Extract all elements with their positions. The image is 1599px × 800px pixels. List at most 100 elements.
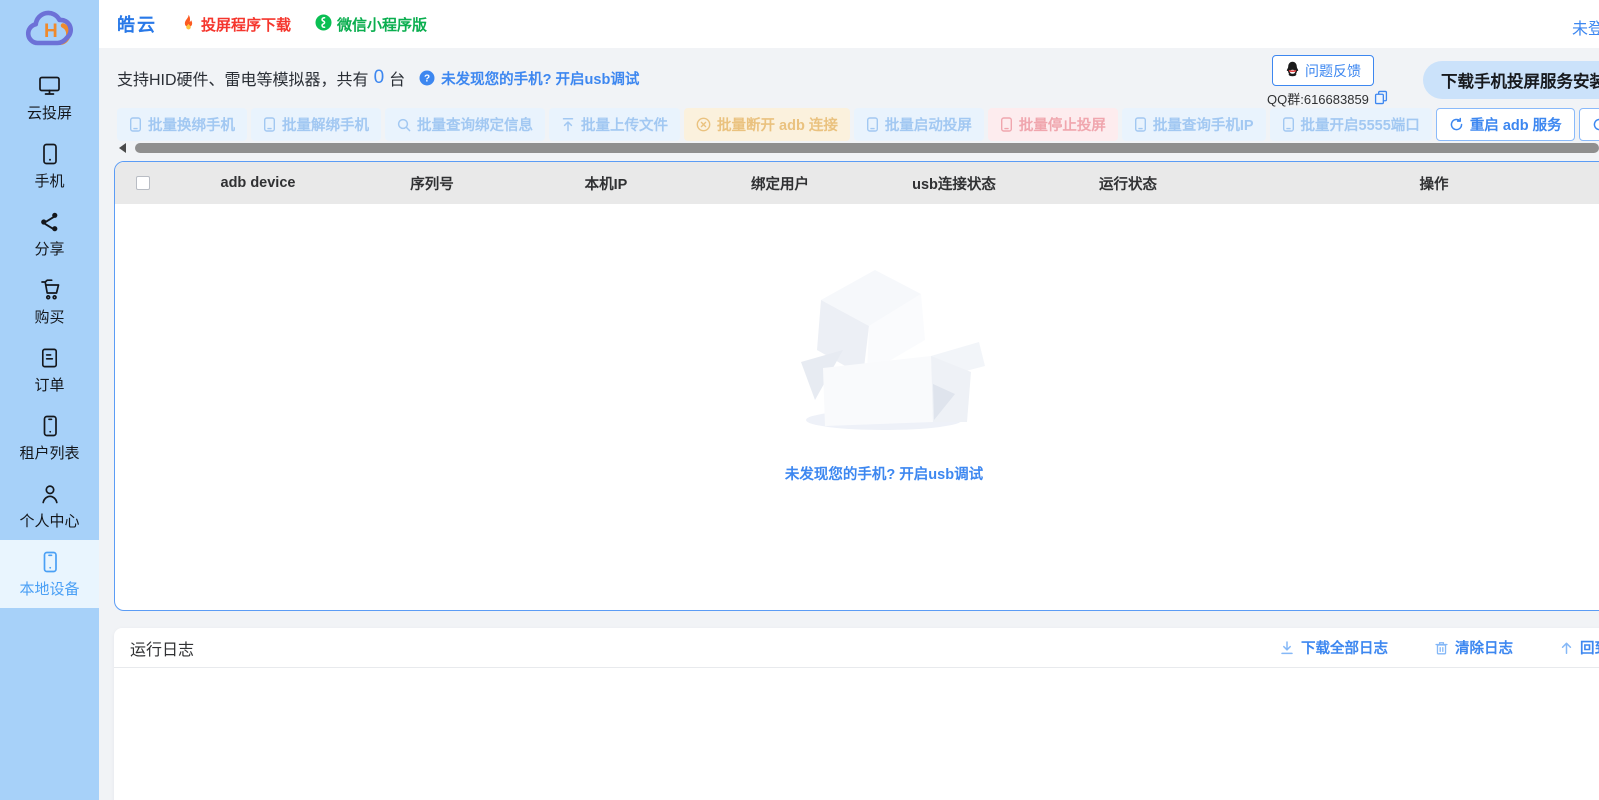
batch-start-cast-button[interactable]: 批量启动投屏 xyxy=(854,108,984,141)
sidebar-item-tenants[interactable]: 租户列表 xyxy=(0,404,99,472)
log-content-area[interactable] xyxy=(114,668,1599,800)
device-icon xyxy=(38,550,62,574)
sidebar-item-label: 本地设备 xyxy=(19,578,79,599)
column-adb-device: adb device xyxy=(171,175,345,191)
log-actions: 下载全部日志 清除日志 回到顶部 xyxy=(1279,637,1599,658)
monitor-icon xyxy=(37,74,62,98)
sidebar-item-label: 分享 xyxy=(34,238,64,259)
batch-upload-button[interactable]: 批量上传文件 xyxy=(549,108,680,141)
back-to-top-button[interactable]: 回到顶部 xyxy=(1559,637,1599,658)
cast-download-link[interactable]: 投屏程序下载 xyxy=(181,14,291,35)
run-log-panel: 运行日志 下载全部日志 清除日志 回到顶部 xyxy=(114,628,1599,800)
wechat-miniprogram-icon xyxy=(315,14,332,35)
sidebar-item-label: 购买 xyxy=(34,306,64,327)
empty-box-illustration xyxy=(779,254,989,439)
batch-disconnect-adb-button[interactable]: 批量断开 adb 连接 xyxy=(684,108,850,141)
device-summary-bar: 支持HID硬件、雷电等模拟器，共有 0 台 ? 未发现您的手机? 开启usb调试 xyxy=(117,66,639,90)
button-label: 批量查询手机IP xyxy=(1153,114,1254,135)
order-document-icon xyxy=(38,346,61,370)
wechat-mini-label: 微信小程序版 xyxy=(337,14,427,35)
feedback-button[interactable]: 问题反馈 xyxy=(1272,55,1374,86)
button-label: 批量停止投屏 xyxy=(1019,114,1106,135)
batch-query-binding-button[interactable]: 批量查询绑定信息 xyxy=(385,108,545,141)
brand-title: 皓云 xyxy=(117,11,157,37)
select-all-checkbox[interactable] xyxy=(136,176,150,190)
qq-group-text: QQ群:616683859 xyxy=(1267,89,1369,108)
sidebar-nav: 云投屏 手机 分享 xyxy=(0,64,99,608)
column-run-status: 运行状态 xyxy=(1041,173,1215,194)
sidebar-item-label: 租户列表 xyxy=(19,442,79,463)
scrollbar-thumb[interactable] xyxy=(135,143,1599,153)
sidebar-item-profile[interactable]: 个人中心 xyxy=(0,472,99,540)
batch-toolbar: 批量换绑手机 批量解绑手机 批量查询绑定信息 批量上传文件 批量断开 adb 连… xyxy=(117,108,1599,141)
batch-unbind-button[interactable]: 批量解绑手机 xyxy=(251,108,381,141)
sidebar-item-share[interactable]: 分享 xyxy=(0,200,99,268)
cart-icon xyxy=(38,278,62,302)
restart-adb-button[interactable]: 重启 adb 服务 xyxy=(1436,108,1575,141)
wechat-mini-link[interactable]: 微信小程序版 xyxy=(315,14,427,35)
cloud-logo-icon: H xyxy=(23,8,77,57)
download-all-logs-label: 下载全部日志 xyxy=(1301,637,1388,658)
login-link[interactable]: 未登录 xyxy=(1572,15,1599,39)
batch-open-5555-button[interactable]: 批量开启5555端口 xyxy=(1270,108,1432,141)
cast-download-label: 投屏程序下载 xyxy=(201,14,291,35)
button-label: 批量断开 adb 连接 xyxy=(717,114,838,135)
log-title: 运行日志 xyxy=(130,636,194,660)
column-local-ip: 本机IP xyxy=(519,173,693,194)
sidebar-item-label: 个人中心 xyxy=(19,510,79,531)
share-icon xyxy=(38,210,61,234)
feedback-label: 问题反馈 xyxy=(1305,61,1361,81)
button-label: 批量上传文件 xyxy=(581,114,668,135)
app-logo: H xyxy=(0,0,99,64)
question-icon: ? xyxy=(419,70,435,86)
phone-icon xyxy=(38,142,62,166)
column-serial: 序列号 xyxy=(345,173,519,194)
download-pkg-label: 下载手机投屏服务安装包 xyxy=(1441,68,1599,92)
sidebar-item-cloud-cast[interactable]: 云投屏 xyxy=(0,64,99,132)
column-actions: 操作 xyxy=(1215,173,1599,194)
top-header: 皓云 投屏程序下载 微信小程序版 xyxy=(99,0,1599,48)
sidebar-item-phone[interactable]: 手机 xyxy=(0,132,99,200)
qq-penguin-icon xyxy=(1285,61,1300,80)
batch-rebind-button[interactable]: 批量换绑手机 xyxy=(117,108,247,141)
button-label: 批量启动投屏 xyxy=(885,114,972,135)
refresh-button-partial[interactable] xyxy=(1579,108,1599,141)
download-all-logs-button[interactable]: 下载全部日志 xyxy=(1279,637,1388,658)
sidebar-item-local-devices[interactable]: 本地设备 xyxy=(0,540,99,608)
button-label: 批量解绑手机 xyxy=(282,114,369,135)
batch-query-ip-button[interactable]: 批量查询手机IP xyxy=(1122,108,1266,141)
usb-debug-help-link[interactable]: 未发现您的手机? 开启usb调试 xyxy=(441,68,639,89)
sidebar-item-buy[interactable]: 购买 xyxy=(0,268,99,336)
sidebar-item-label: 订单 xyxy=(34,374,64,395)
button-label: 重启 adb 服务 xyxy=(1470,114,1562,135)
sidebar: H 云投屏 手机 xyxy=(0,0,99,800)
svg-text:?: ? xyxy=(424,73,430,84)
scroll-left-arrow-icon[interactable] xyxy=(119,143,126,153)
column-usb-status: usb连接状态 xyxy=(867,173,1041,194)
device-table: adb device 序列号 本机IP 绑定用户 usb连接状态 运行状态 操作 xyxy=(114,161,1599,611)
button-label: 批量查询绑定信息 xyxy=(417,114,533,135)
clear-logs-label: 清除日志 xyxy=(1455,637,1513,658)
back-to-top-label: 回到顶部 xyxy=(1580,637,1599,658)
fire-icon xyxy=(181,14,196,35)
svg-text:H: H xyxy=(44,21,58,42)
button-label: 批量开启5555端口 xyxy=(1301,114,1420,135)
batch-stop-cast-button[interactable]: 批量停止投屏 xyxy=(988,108,1118,141)
button-label: 批量换绑手机 xyxy=(148,114,235,135)
user-icon xyxy=(38,482,62,506)
column-bound-user: 绑定用户 xyxy=(693,173,867,194)
log-header: 运行日志 下载全部日志 清除日志 回到顶部 xyxy=(114,628,1599,668)
empty-usb-debug-link[interactable]: 未发现您的手机? 开启usb调试 xyxy=(785,463,983,484)
horizontal-scrollbar xyxy=(119,141,1599,154)
qq-group-info: QQ群:616683859 xyxy=(1267,89,1388,108)
sidebar-item-label: 手机 xyxy=(34,170,64,191)
app-window: H 云投屏 手机 xyxy=(0,0,1599,800)
table-header-row: adb device 序列号 本机IP 绑定用户 usb连接状态 运行状态 操作 xyxy=(115,162,1599,204)
download-cast-package-button[interactable]: 下载手机投屏服务安装包 xyxy=(1423,61,1599,99)
support-text: 支持HID硬件、雷电等模拟器，共有 xyxy=(117,66,369,90)
clear-logs-button[interactable]: 清除日志 xyxy=(1434,637,1513,658)
sidebar-item-orders[interactable]: 订单 xyxy=(0,336,99,404)
tablet-icon xyxy=(38,414,62,438)
copy-icon[interactable] xyxy=(1374,90,1388,108)
sidebar-item-label: 云投屏 xyxy=(27,102,72,123)
